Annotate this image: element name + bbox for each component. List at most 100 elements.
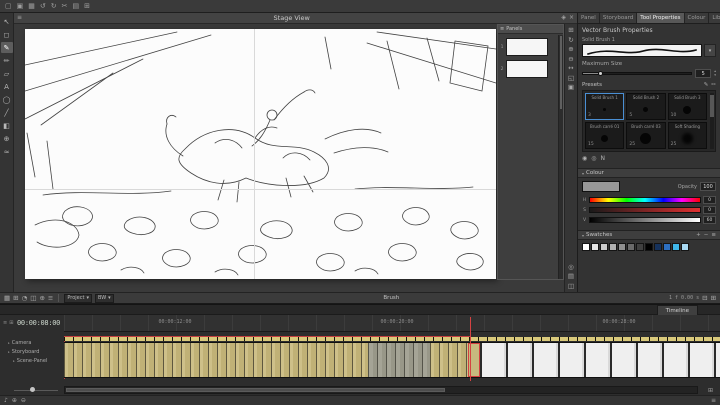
slider-handle[interactable]: [598, 71, 603, 76]
brush-preset[interactable]: Solid Brush 3 10: [668, 93, 707, 120]
colour-swatch[interactable]: [636, 243, 644, 251]
paint-tool[interactable]: ◧: [1, 120, 13, 131]
expand-arrow-icon[interactable]: ▸: [8, 341, 10, 345]
timeline-options-icon[interactable]: ≡: [3, 320, 7, 326]
camera-mask-icon[interactable]: ◱: [568, 75, 574, 82]
track-storyboard[interactable]: ▸ Storyboard: [8, 347, 64, 356]
saturation-value[interactable]: 0: [703, 206, 716, 214]
presets-scrollbar-thumb[interactable]: [710, 95, 714, 117]
brush-stroke-preview[interactable]: [582, 44, 702, 57]
collapse-icon[interactable]: ⊟: [702, 295, 707, 302]
panel-frames-segment-wide[interactable]: [480, 343, 720, 377]
display-mode-dropdown[interactable]: BW▾: [95, 294, 114, 303]
panel-thumbnail-row[interactable]: 2: [500, 60, 555, 78]
grid-icon[interactable]: ⊞: [13, 295, 18, 302]
split-view-icon[interactable]: ◫: [568, 283, 574, 290]
colour-swatch[interactable]: [600, 243, 608, 251]
colour-swatch[interactable]: [618, 243, 626, 251]
panel-frames-segment-selected-scene[interactable]: [368, 343, 430, 377]
timeline-playhead[interactable]: [470, 317, 471, 381]
hue-slider[interactable]: [589, 197, 701, 203]
track-scene-panel[interactable]: ▸ Scene-Panel: [13, 356, 64, 365]
collapse-arrow-icon[interactable]: ▾: [582, 171, 584, 176]
redo-icon[interactable]: ↻: [51, 3, 57, 10]
grid-view-icon[interactable]: ⊞: [568, 27, 573, 34]
track-add-icon[interactable]: ⊞: [9, 320, 13, 326]
new-icon[interactable]: ▢: [5, 3, 12, 10]
brush-preset[interactable]: Brush carré 01 15: [585, 122, 624, 149]
onion-skin-icon[interactable]: ◔: [22, 295, 28, 302]
pencil-presets-icon[interactable]: ✏: [711, 82, 716, 88]
colour-swatch[interactable]: [609, 243, 617, 251]
panels-scrollbar-thumb[interactable]: [560, 36, 562, 109]
project-dropdown[interactable]: Project▾: [64, 294, 92, 303]
timeline-zoom-handle[interactable]: [30, 387, 35, 392]
panel-thumbnail-row[interactable]: 1: [500, 38, 555, 56]
snap-icon[interactable]: ≡: [48, 295, 53, 302]
ellipse-tool[interactable]: ◯: [1, 94, 13, 105]
text-tool[interactable]: A: [1, 81, 13, 92]
maximum-size-slider[interactable]: [582, 72, 692, 75]
pin-view-icon[interactable]: ◈: [561, 15, 566, 21]
timeline-ruler[interactable]: 00:00:12:00 00:00:20:00 00:00:28:00: [64, 315, 720, 332]
colour-swatch[interactable]: [663, 243, 671, 251]
eraser-tool[interactable]: ▱: [1, 68, 13, 79]
presets-scrollbar[interactable]: [710, 93, 714, 149]
timeline-menu-icon[interactable]: ≡: [711, 398, 716, 404]
zoom-out-icon[interactable]: ⊖: [568, 56, 573, 63]
camera-view-icon[interactable]: ◎: [568, 264, 574, 271]
new-brush-preset-icon[interactable]: ◉: [582, 155, 587, 162]
copy-icon[interactable]: ▤: [73, 3, 80, 10]
panel-frames-segment[interactable]: [430, 343, 468, 377]
fit-view-icon[interactable]: ↔: [568, 65, 573, 72]
timeline-scrollbar-thumb[interactable]: [66, 388, 445, 392]
timeline-scrollbar[interactable]: [64, 386, 698, 394]
grid-icon[interactable]: ⊞: [84, 3, 90, 10]
panel-thumbnail[interactable]: [506, 38, 548, 56]
track-camera[interactable]: ▸ Camera: [8, 338, 64, 347]
maximum-size-value[interactable]: 5: [695, 69, 711, 78]
rotate-view-icon[interactable]: ↻: [568, 37, 573, 44]
tab-library[interactable]: Library: [709, 13, 720, 23]
light-table-icon[interactable]: ◫: [30, 295, 36, 302]
add-track-icon[interactable]: ⊕: [12, 398, 17, 404]
corner-menu-icon[interactable]: ⊞: [708, 387, 713, 394]
brush-preset[interactable]: Solid Brush 2 5: [626, 93, 665, 120]
value-slider[interactable]: [589, 217, 701, 223]
colour-swatch[interactable]: [654, 243, 662, 251]
expand-icon[interactable]: ⊞: [711, 295, 716, 302]
tab-timeline[interactable]: Timeline: [657, 305, 698, 315]
camera-track-bar[interactable]: [64, 337, 720, 341]
expand-arrow-icon[interactable]: ▸: [8, 350, 10, 354]
undo-icon[interactable]: ↺: [40, 3, 46, 10]
pencil-tool[interactable]: ✏: [1, 55, 13, 66]
panel-thumbnail[interactable]: [506, 60, 548, 78]
opacity-value[interactable]: 100: [700, 182, 716, 191]
cut-icon[interactable]: ✂: [62, 3, 68, 10]
save-icon[interactable]: ▦: [28, 3, 35, 10]
delete-track-icon[interactable]: ⊖: [21, 398, 26, 404]
view-menu-icon[interactable]: ≡: [17, 15, 22, 21]
colour-section-header[interactable]: ▾ Colour: [578, 168, 720, 178]
safe-area-icon[interactable]: ▣: [568, 84, 574, 91]
value-value[interactable]: 60: [703, 216, 716, 224]
frame-tool[interactable]: ◻: [1, 29, 13, 40]
colour-swatch[interactable]: [672, 243, 680, 251]
hue-value[interactable]: 0: [703, 196, 716, 204]
pivot-icon[interactable]: ⊕: [39, 295, 44, 302]
timeline-zoom-slider[interactable]: [14, 390, 58, 391]
brush-tool[interactable]: ✎: [1, 42, 13, 53]
line-tool[interactable]: ╱: [1, 107, 13, 118]
zoom-tool[interactable]: ⊕: [1, 133, 13, 144]
swatches-menu-icon[interactable]: ≡: [711, 232, 716, 238]
contour-tool[interactable]: ≈: [1, 146, 13, 157]
brush-dropdown-button[interactable]: ▾: [704, 44, 716, 57]
brush-preset[interactable]: Solid Brush 1 3: [585, 93, 624, 120]
open-icon[interactable]: ▣: [17, 3, 24, 10]
maximum-size-stepper[interactable]: ▴▾: [714, 70, 716, 78]
swatches-section-header[interactable]: ▾ Swatches + − ≡: [578, 230, 720, 240]
colour-swatch[interactable]: [582, 243, 590, 251]
close-view-icon[interactable]: ×: [569, 15, 574, 21]
colour-swatch[interactable]: [627, 243, 635, 251]
tab-panel[interactable]: Panel: [578, 13, 600, 23]
